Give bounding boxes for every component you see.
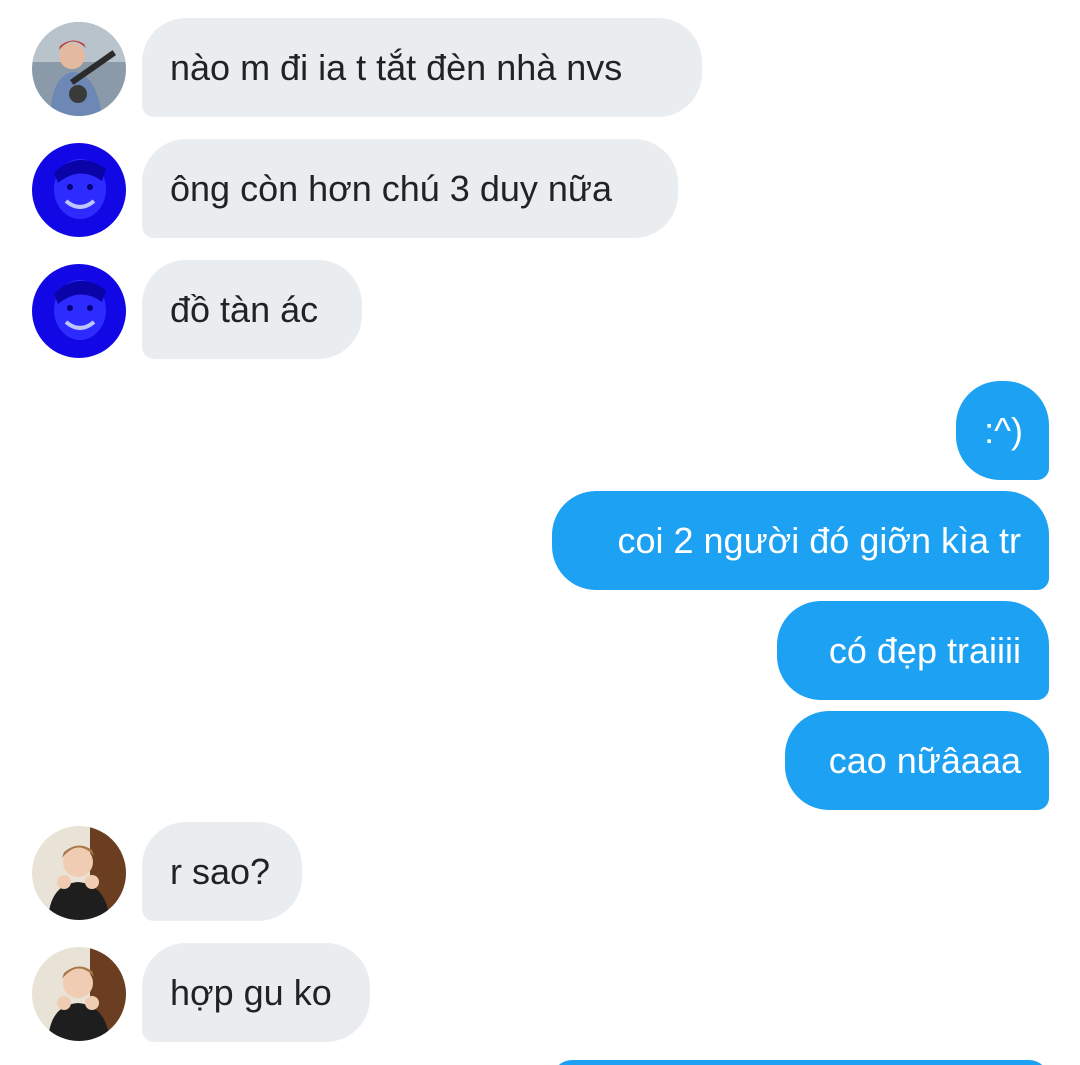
message-text: nào m đi ia t tắt đèn nhà nvs (170, 46, 623, 88)
message-bubble-incoming[interactable]: hợp gu ko (142, 943, 370, 1042)
message-text: hợp gu ko (170, 971, 332, 1013)
message-text: :^) (984, 409, 1023, 451)
message-bubble-incoming[interactable]: nào m đi ia t tắt đèn nhà nvs (142, 18, 702, 117)
blue-filter-photo-icon (32, 264, 126, 358)
message-bubble-incoming[interactable]: ông còn hơn chú 3 duy nữa (142, 139, 678, 238)
message-text: r sao? (170, 850, 271, 892)
boy-pose-photo-icon (32, 947, 126, 1041)
message-bubble-outgoing[interactable]: coi 2 người đó giỡn kìa tr (552, 491, 1049, 590)
message-bubble-outgoing[interactable]: cao nữâaaa (785, 711, 1049, 810)
avatar-boy-pose[interactable] (32, 826, 126, 920)
message-bubble-outgoing[interactable]: có đẹp traiiii (777, 601, 1049, 700)
avatar-blue-filter[interactable] (32, 264, 126, 358)
blue-filter-photo-icon (32, 143, 126, 237)
avatar-boy-pose[interactable] (32, 947, 126, 1041)
message-bubble-incoming[interactable]: đồ tàn ác (142, 260, 362, 359)
message-bubble-incoming[interactable]: r sao? (142, 822, 302, 921)
avatar-guitarist[interactable] (32, 22, 126, 116)
message-bubble-outgoing-partial[interactable] (552, 1060, 1049, 1065)
message-bubble-outgoing[interactable]: :^) (956, 381, 1049, 480)
boy-pose-photo-icon (32, 826, 126, 920)
guitarist-photo-icon (32, 22, 126, 116)
message-text: coi 2 người đó giỡn kìa tr (617, 519, 1021, 561)
avatar-blue-filter[interactable] (32, 143, 126, 237)
message-text: cao nữâaaa (828, 739, 1021, 781)
message-text: ông còn hơn chú 3 duy nữa (170, 167, 613, 209)
message-thread: nào m đi ia t tắt đèn nhà nvs ông còn hơ… (0, 0, 1080, 1065)
message-text: có đẹp traiiii (828, 629, 1021, 671)
message-text: đồ tàn ác (170, 288, 319, 330)
